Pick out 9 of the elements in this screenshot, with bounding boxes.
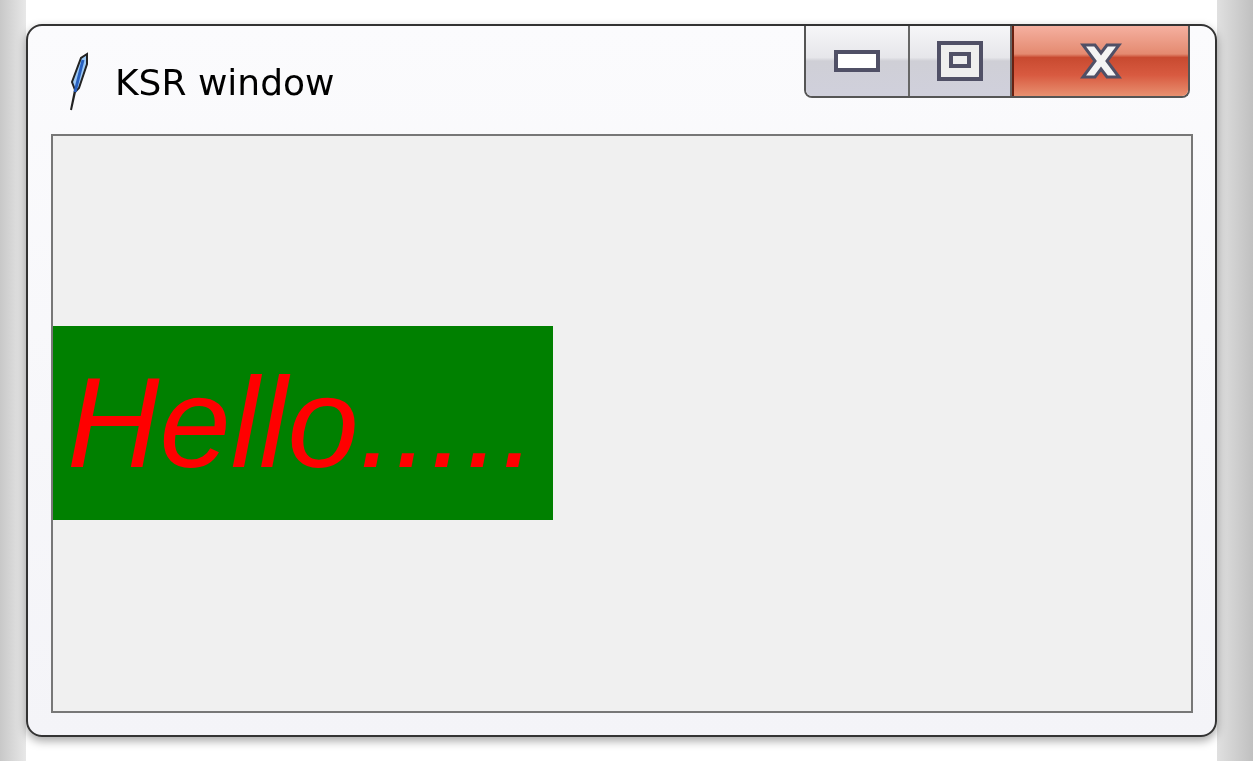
close-button[interactable] bbox=[1012, 26, 1188, 96]
feather-icon bbox=[67, 52, 89, 112]
maximize-button[interactable] bbox=[910, 26, 1012, 96]
minimize-icon bbox=[834, 50, 880, 72]
window-title: KSR window bbox=[115, 61, 335, 103]
maximize-icon bbox=[937, 41, 983, 81]
minimize-button[interactable] bbox=[806, 26, 910, 96]
close-icon bbox=[1079, 41, 1123, 81]
hello-label: Hello..... bbox=[53, 325, 553, 520]
